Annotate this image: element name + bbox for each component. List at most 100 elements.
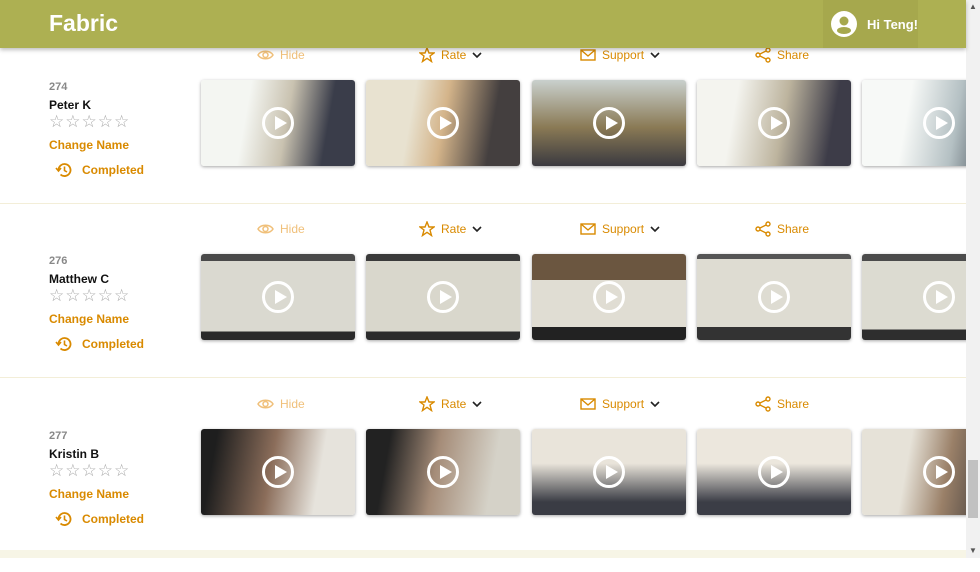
video-thumbnail[interactable] xyxy=(697,80,851,166)
star-rating[interactable]: ☆☆☆☆☆ xyxy=(49,461,130,481)
play-icon[interactable] xyxy=(593,281,625,313)
chevron-down-icon xyxy=(472,225,482,232)
play-icon[interactable] xyxy=(593,107,625,139)
play-icon[interactable] xyxy=(923,456,955,488)
support-button[interactable]: Support xyxy=(580,397,660,411)
app-header: Fabric Hi Teng! xyxy=(0,0,966,48)
history-icon xyxy=(55,337,72,351)
star-rating[interactable]: ☆☆☆☆☆ xyxy=(49,112,130,132)
video-thumbnail[interactable] xyxy=(366,254,520,340)
rate-button[interactable]: Rate xyxy=(419,221,482,237)
user-greeting: Hi Teng! xyxy=(866,16,919,32)
change-name-link[interactable]: Change Name xyxy=(49,487,129,501)
star-rating[interactable]: ☆☆☆☆☆ xyxy=(49,286,130,306)
star-icon xyxy=(419,396,435,412)
play-icon[interactable] xyxy=(923,281,955,313)
participant-row: Hide Rate Support Share 274 Peter K ☆☆☆☆… xyxy=(0,47,980,223)
user-avatar-icon xyxy=(831,11,857,37)
video-thumbnail[interactable] xyxy=(532,80,686,166)
video-thumbnail[interactable] xyxy=(697,254,851,340)
status-label: Completed xyxy=(82,337,145,351)
scroll-up-icon[interactable]: ▲ xyxy=(969,2,977,11)
row-actions: Hide Rate Support Share xyxy=(0,396,966,417)
rate-button[interactable]: Rate xyxy=(419,396,482,412)
participant-name: Peter K xyxy=(49,98,92,112)
video-thumbnail[interactable] xyxy=(201,80,355,166)
play-icon[interactable] xyxy=(593,456,625,488)
video-thumbnail[interactable] xyxy=(366,429,520,515)
eye-icon xyxy=(257,50,274,60)
support-button[interactable]: Support xyxy=(580,222,660,236)
participant-row: Hide Rate Support Share 276 Matthew C ☆☆… xyxy=(0,221,980,397)
rate-label: Rate xyxy=(441,397,467,411)
play-icon[interactable] xyxy=(758,107,790,139)
participant-name: Kristin B xyxy=(49,447,100,461)
participant-row: Hide Rate Support Share 277 Kristin B ☆☆… xyxy=(0,396,980,572)
share-button[interactable]: Share xyxy=(755,221,809,237)
mail-icon xyxy=(580,49,596,61)
hide-button[interactable]: Hide xyxy=(257,48,305,62)
history-icon xyxy=(55,163,72,177)
share-icon xyxy=(755,221,771,237)
share-icon xyxy=(755,47,771,63)
participant-id: 276 xyxy=(49,255,68,267)
row-actions: Hide Rate Support Share xyxy=(0,47,966,68)
chevron-down-icon xyxy=(650,51,660,58)
video-thumbnail[interactable] xyxy=(532,254,686,340)
video-thumbnail[interactable] xyxy=(697,429,851,515)
play-icon[interactable] xyxy=(758,281,790,313)
video-thumbnail[interactable] xyxy=(201,254,355,340)
status-completed: Completed xyxy=(55,161,144,179)
play-icon[interactable] xyxy=(262,107,294,139)
video-thumbnail[interactable] xyxy=(862,80,980,166)
eye-icon xyxy=(257,399,274,409)
play-icon[interactable] xyxy=(262,281,294,313)
footer-strip xyxy=(0,550,966,558)
video-thumbnail[interactable] xyxy=(201,429,355,515)
chevron-down-icon xyxy=(650,400,660,407)
participant-id: 274 xyxy=(49,81,68,93)
share-icon xyxy=(755,396,771,412)
play-icon[interactable] xyxy=(427,456,459,488)
play-icon[interactable] xyxy=(427,107,459,139)
video-thumbnail[interactable] xyxy=(862,254,980,340)
hide-button[interactable]: Hide xyxy=(257,397,305,411)
play-icon[interactable] xyxy=(427,281,459,313)
star-icon xyxy=(419,221,435,237)
hide-label: Hide xyxy=(280,397,305,411)
share-button[interactable]: Share xyxy=(755,396,809,412)
support-label: Support xyxy=(602,397,645,411)
row-divider xyxy=(0,377,966,378)
row-divider xyxy=(0,203,966,204)
change-name-link[interactable]: Change Name xyxy=(49,312,129,326)
change-name-link[interactable]: Change Name xyxy=(49,138,129,152)
play-icon[interactable] xyxy=(262,456,294,488)
participant-id: 277 xyxy=(49,430,68,442)
mail-icon xyxy=(580,398,596,410)
chevron-down-icon xyxy=(650,225,660,232)
share-button[interactable]: Share xyxy=(755,47,809,63)
status-label: Completed xyxy=(82,512,145,526)
status-completed: Completed xyxy=(55,335,144,353)
video-thumbnail[interactable] xyxy=(862,429,980,515)
brand-logo[interactable]: Fabric xyxy=(49,10,118,37)
rate-button[interactable]: Rate xyxy=(419,47,482,63)
hide-label: Hide xyxy=(280,48,305,62)
user-menu[interactable]: Hi Teng! xyxy=(823,0,918,48)
status-completed: Completed xyxy=(55,510,144,528)
support-label: Support xyxy=(602,222,645,236)
hide-button[interactable]: Hide xyxy=(257,222,305,236)
scrollbar-thumb[interactable] xyxy=(968,460,978,518)
play-icon[interactable] xyxy=(758,456,790,488)
row-actions: Hide Rate Support Share xyxy=(0,221,966,242)
play-icon[interactable] xyxy=(923,107,955,139)
video-thumbnail[interactable] xyxy=(532,429,686,515)
scroll-down-icon[interactable]: ▼ xyxy=(969,546,977,555)
share-label: Share xyxy=(777,48,810,62)
video-thumbnail[interactable] xyxy=(366,80,520,166)
star-icon xyxy=(419,47,435,63)
rate-label: Rate xyxy=(441,48,467,62)
chevron-down-icon xyxy=(472,51,482,58)
support-button[interactable]: Support xyxy=(580,48,660,62)
chevron-down-icon xyxy=(472,400,482,407)
